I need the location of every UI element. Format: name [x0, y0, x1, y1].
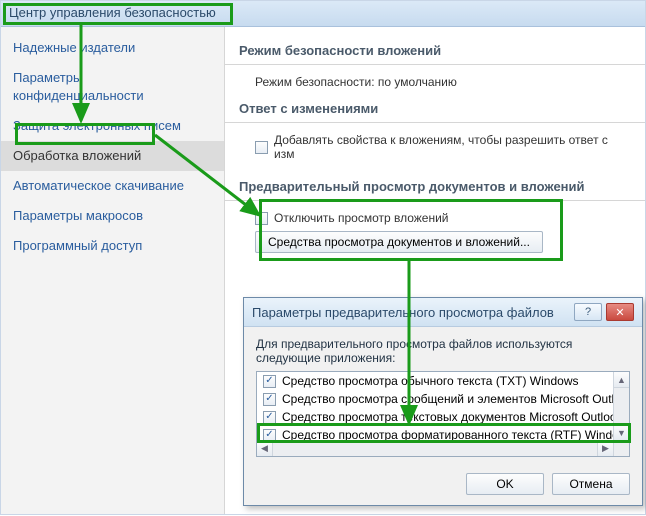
previewers-button[interactable]: Средства просмотра документов и вложений… [255, 231, 543, 253]
sidebar-item-label: Программный доступ [13, 238, 142, 253]
list-item[interactable]: Средство просмотра сообщений и элементов… [257, 390, 613, 408]
sidebar-item-2[interactable]: Защита электронных писем [1, 111, 224, 141]
section-preview-title: Предварительный просмотр документов и вл… [225, 171, 645, 201]
list-item-checkbox[interactable] [263, 429, 276, 441]
list-item-checkbox[interactable] [263, 375, 276, 388]
sidebar-item-label: Защита электронных писем [13, 118, 181, 133]
sidebar-item-6[interactable]: Программный доступ [1, 231, 224, 261]
section-attachment-security-title: Режим безопасности вложений [225, 35, 645, 65]
sidebar-item-0[interactable]: Надежные издатели [1, 33, 224, 63]
list-item[interactable]: Средство просмотра форматированного текс… [257, 426, 613, 440]
sidebar-item-label: Параметры конфиденциальности [13, 70, 144, 103]
list-item-checkbox[interactable] [263, 411, 276, 424]
ok-button[interactable]: OK [466, 473, 544, 495]
previewers-listbox[interactable]: Средство просмотра обычного текста (TXT)… [256, 371, 630, 457]
dialog-titlebar: Параметры предварительного просмотра фай… [244, 298, 642, 327]
sidebar-item-label: Надежные издатели [13, 40, 135, 55]
list-item-checkbox[interactable] [263, 393, 276, 406]
disable-preview-checkbox[interactable] [255, 212, 268, 225]
reply-changes-checkbox[interactable] [255, 141, 268, 154]
scroll-down-icon[interactable]: ▼ [614, 424, 629, 440]
sidebar-item-label: Обработка вложений [13, 148, 141, 163]
list-item-label: Средство просмотра форматированного текс… [282, 428, 613, 440]
list-item-label: Средство просмотра текстовых документов … [282, 410, 613, 424]
preview-options-dialog: Параметры предварительного просмотра фай… [243, 297, 643, 506]
attachment-security-mode: Режим безопасности: по умолчанию [255, 75, 457, 89]
sidebar-item-label: Автоматическое скачивание [13, 178, 184, 193]
sidebar-item-label: Параметры макросов [13, 208, 143, 223]
horizontal-scrollbar[interactable]: ◀ ▶ [257, 440, 613, 456]
sidebar: Надежные издатели Параметры конфиденциаль… [1, 27, 225, 514]
dialog-instruction: Для предварительного просмотра файлов ис… [256, 337, 630, 365]
list-item[interactable]: Средство просмотра обычного текста (TXT)… [257, 372, 613, 390]
scroll-left-icon[interactable]: ◀ [257, 441, 273, 456]
window-titlebar: Центр управления безопасностью [1, 1, 645, 27]
dialog-title-text: Параметры предварительного просмотра фай… [252, 305, 554, 320]
scroll-right-icon[interactable]: ▶ [597, 441, 613, 456]
sidebar-item-3[interactable]: Обработка вложений [1, 141, 224, 171]
sidebar-item-5[interactable]: Параметры макросов [1, 201, 224, 231]
cancel-button[interactable]: Отмена [552, 473, 630, 495]
reply-changes-label: Добавлять свойства к вложениям, чтобы ра… [274, 133, 631, 161]
sidebar-item-1[interactable]: Параметры конфиденциальности [1, 63, 224, 111]
list-item-label: Средство просмотра обычного текста (TXT)… [282, 374, 578, 388]
disable-preview-label: Отключить просмотр вложений [274, 211, 449, 225]
section-reply-title: Ответ с изменениями [225, 93, 645, 123]
help-button[interactable]: ? [574, 303, 602, 321]
scroll-up-icon[interactable]: ▲ [614, 372, 629, 388]
list-item[interactable]: Средство просмотра текстовых документов … [257, 408, 613, 426]
vertical-scrollbar[interactable]: ▲ ▼ [613, 372, 629, 440]
sidebar-item-4[interactable]: Автоматическое скачивание [1, 171, 224, 201]
scroll-corner [613, 440, 629, 456]
window-title: Центр управления безопасностью [9, 5, 216, 20]
list-item-label: Средство просмотра сообщений и элементов… [282, 392, 613, 406]
close-button[interactable]: ✕ [606, 303, 634, 321]
